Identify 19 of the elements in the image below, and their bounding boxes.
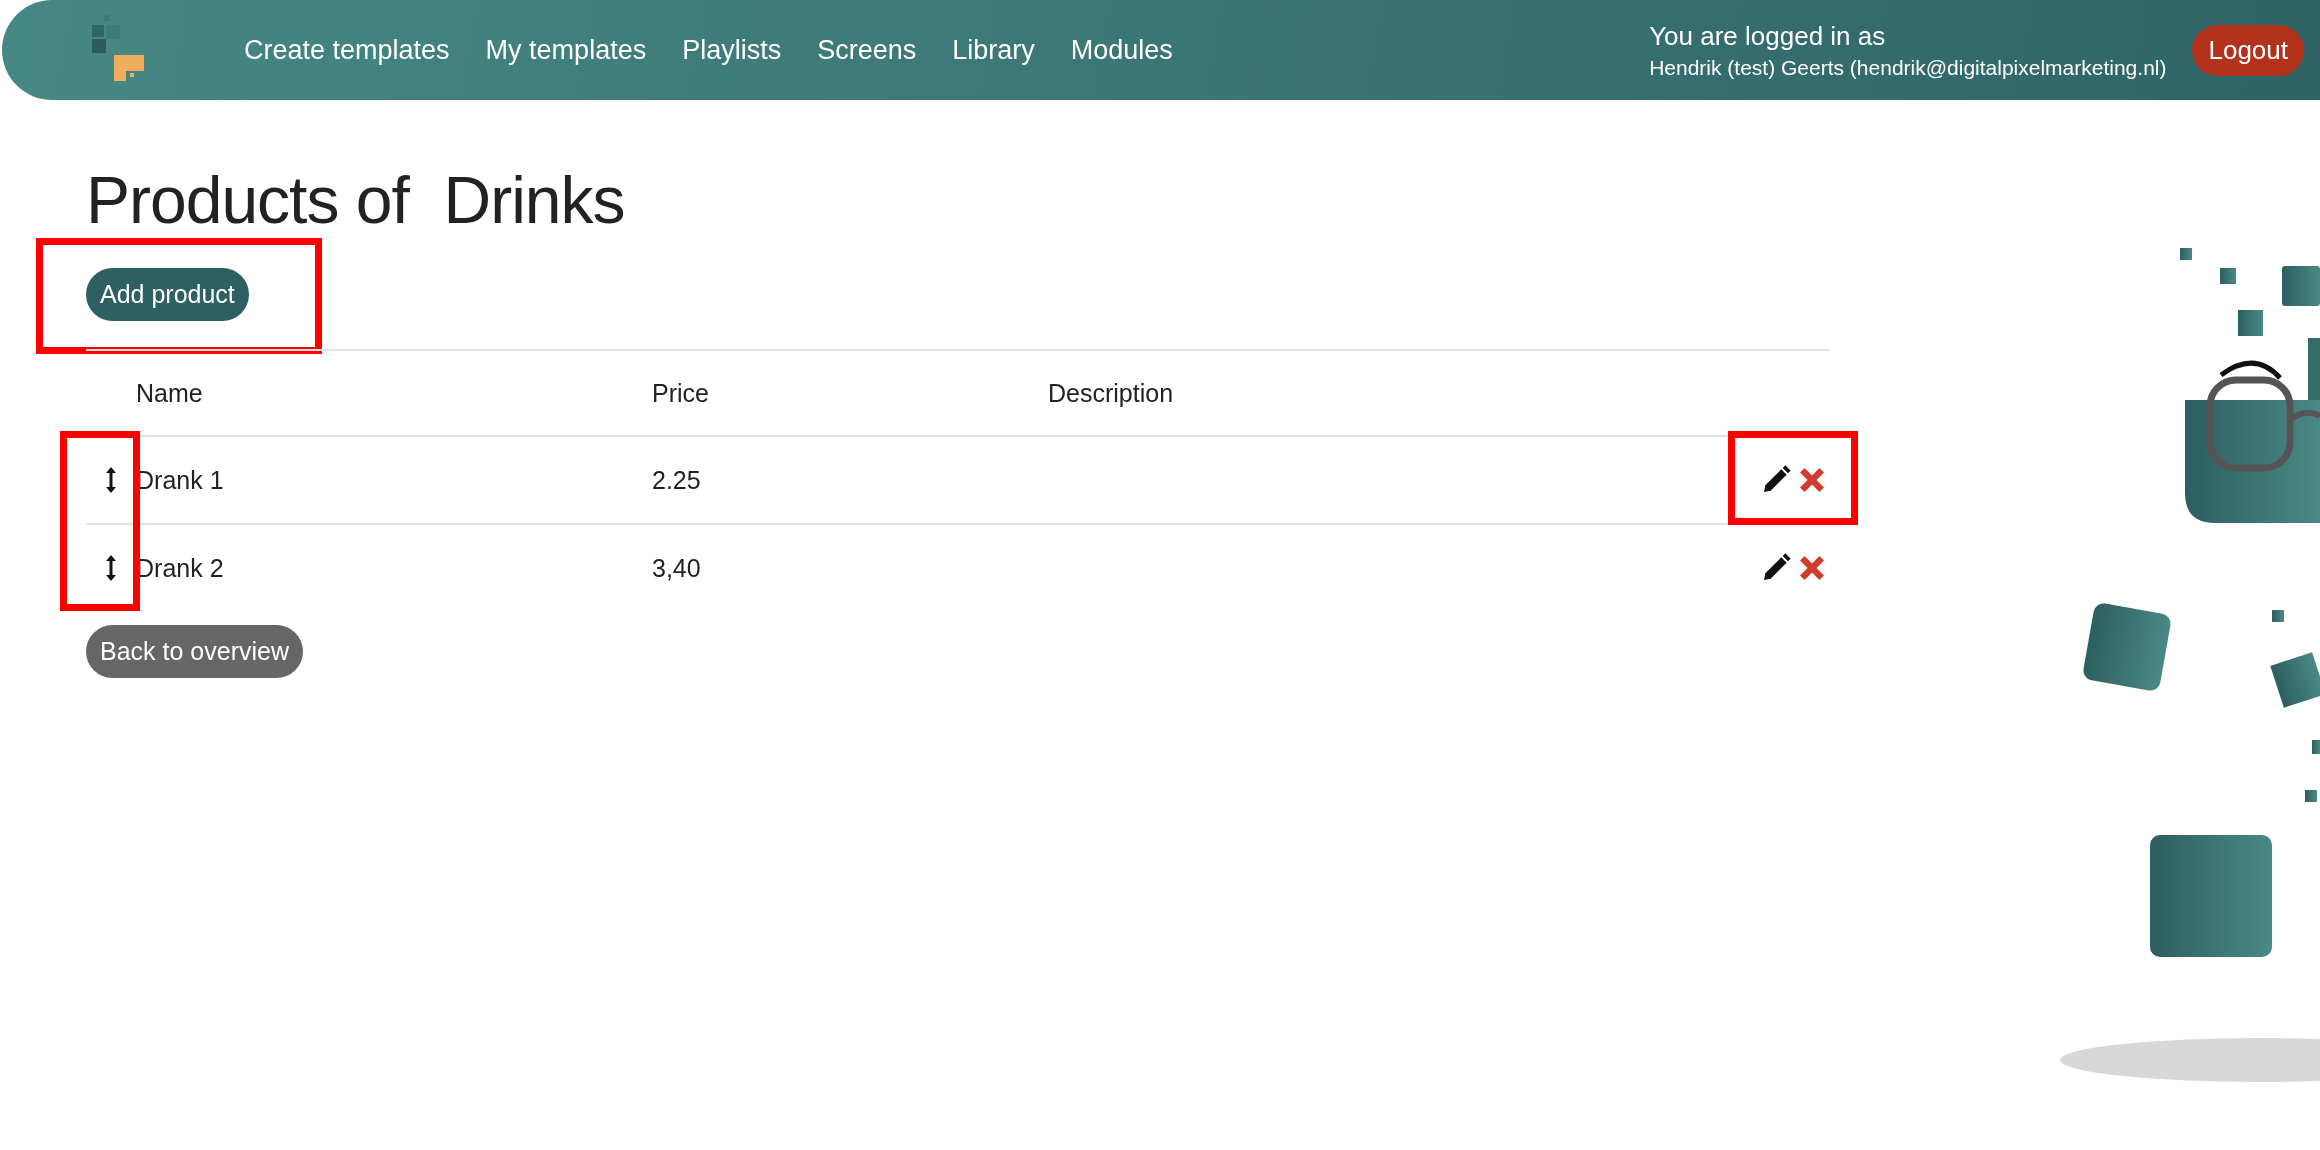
page-title: Products of Drinks [86,162,625,238]
nav-link[interactable]: Library [952,34,1035,66]
drag-handle-icon[interactable] [105,553,117,583]
nav-link[interactable]: Create templates [244,34,450,66]
nav-link[interactable]: My templates [485,34,647,66]
nav-link[interactable]: Modules [1070,34,1173,66]
add-product-button[interactable]: Add product [86,268,249,321]
back-to-overview-button[interactable]: Back to overview [86,625,303,678]
nav-link[interactable]: Playlists [682,34,782,66]
drag-handle-icon[interactable] [105,465,117,495]
logout-button[interactable]: Logout [2192,24,2304,76]
table-cell-text: 3,40 [652,553,702,583]
nav-link[interactable]: Screens [817,34,917,66]
column-header: Description [1048,378,1175,408]
login-label: You are logged in as [1649,20,1887,52]
column-header: Price [652,378,710,408]
table-cell-text: 2.25 [652,465,702,495]
user-name: Hendrik (test) Geerts (hendrik@digitalpixelmarketing.nl) [1649,55,2167,80]
column-header: Name [136,378,204,408]
